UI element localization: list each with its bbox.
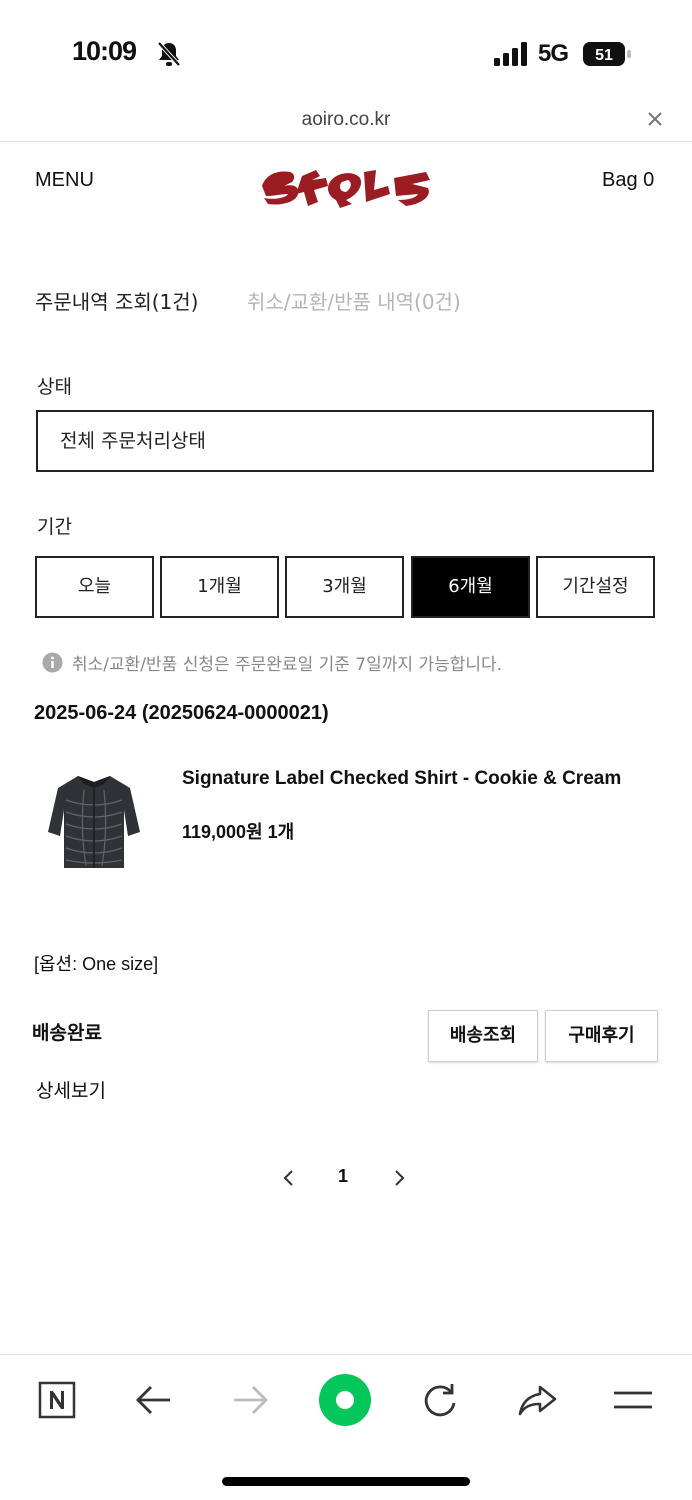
battery-level: 51 <box>595 47 613 64</box>
back-arrow-icon[interactable] <box>134 1383 174 1417</box>
naver-home-icon[interactable] <box>38 1381 76 1419</box>
browser-toolbar <box>0 1354 692 1500</box>
status-time: 10:09 <box>72 36 137 66</box>
page-number[interactable]: 1 <box>338 1166 348 1187</box>
url-bar[interactable]: aoiro.co.kr <box>0 100 692 142</box>
product-price-quantity: 119,000원 1개 <box>182 822 295 842</box>
share-icon[interactable] <box>516 1381 558 1419</box>
period-custom-button[interactable]: 기간설정 <box>536 556 655 618</box>
url-domain: aoiro.co.kr <box>301 109 391 130</box>
notice-text: 취소/교환/반품 신청은 주문완료일 기준 7일까지 가능합니다. <box>72 655 503 675</box>
delivery-status: 배송완료 <box>32 1022 102 1044</box>
period-6month-button[interactable]: 6개월 <box>411 556 530 618</box>
order-date-number: 2025-06-24 (20250624-0000021) <box>34 702 329 724</box>
cellular-signal-icon <box>494 42 527 66</box>
tab-order-history[interactable]: 주문내역 조회(1건) <box>35 286 199 315</box>
network-label: 5G <box>538 40 569 67</box>
aoiro-logo[interactable] <box>256 156 434 216</box>
review-button[interactable]: 구매후기 <box>545 1010 658 1062</box>
detail-link[interactable]: 상세보기 <box>36 1076 106 1103</box>
product-option: [옵션: One size] <box>34 954 159 974</box>
order-tabs: 주문내역 조회(1건) 취소/교환/반품 내역(0건) <box>35 286 655 318</box>
tab-cancel-history[interactable]: 취소/교환/반품 내역(0건) <box>247 286 461 315</box>
forward-arrow-icon[interactable] <box>230 1383 270 1417</box>
bell-muted-icon <box>157 41 181 67</box>
close-icon[interactable] <box>644 108 666 130</box>
period-buttons: 오늘 1개월 3개월 6개월 기간설정 <box>35 556 656 618</box>
chevron-right-icon[interactable] <box>390 1168 408 1188</box>
menu-button[interactable]: MENU <box>35 169 94 192</box>
bag-button[interactable]: Bag 0 <box>602 169 654 192</box>
period-3month-button[interactable]: 3개월 <box>285 556 404 618</box>
green-dot-icon[interactable] <box>318 1373 372 1427</box>
period-label: 기간 <box>37 516 72 538</box>
period-today-button[interactable]: 오늘 <box>35 556 154 618</box>
status-label: 상태 <box>37 376 72 398</box>
status-select[interactable]: 전체 주문처리상태 <box>36 410 654 472</box>
reload-icon[interactable] <box>420 1381 460 1419</box>
status-bar: 10:09 5G 51 <box>0 0 692 100</box>
pagination: 1 <box>270 1160 420 1196</box>
site-header: MENU Bag 0 <box>0 142 692 230</box>
product-thumbnail[interactable] <box>44 770 144 874</box>
tracking-button[interactable]: 배송조회 <box>428 1010 538 1062</box>
info-icon <box>42 652 63 673</box>
product-name[interactable]: Signature Label Checked Shirt - Cookie &… <box>182 768 621 790</box>
home-indicator <box>222 1477 470 1486</box>
period-1month-button[interactable]: 1개월 <box>160 556 279 618</box>
chevron-left-icon[interactable] <box>280 1168 298 1188</box>
battery-icon: 51 <box>582 40 632 68</box>
hamburger-menu-icon[interactable] <box>612 1387 654 1413</box>
